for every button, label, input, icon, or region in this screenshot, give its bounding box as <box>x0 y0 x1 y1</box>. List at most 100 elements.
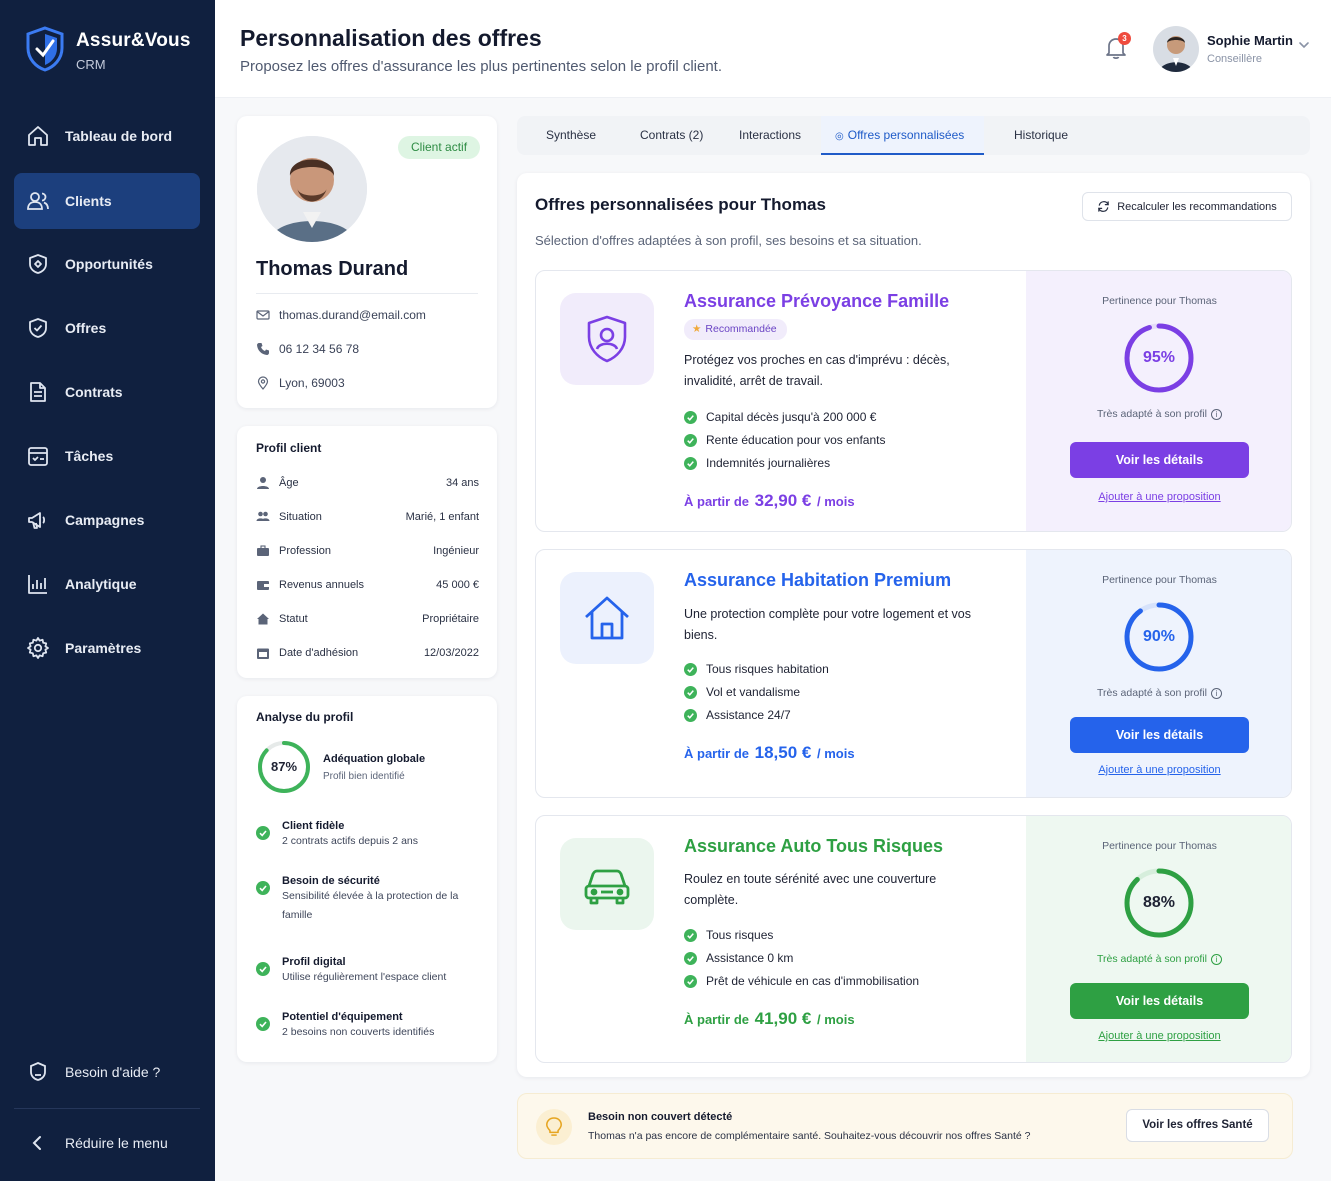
person-icon <box>257 477 269 489</box>
bar-chart-icon <box>28 575 47 594</box>
refresh-icon <box>1098 201 1109 212</box>
status-badge: Client actif <box>398 136 481 159</box>
user-avatar[interactable] <box>1153 26 1199 72</box>
check-circle-icon <box>684 662 697 676</box>
page-title: Personnalisation des offres <box>240 25 542 51</box>
offers-subtitle: Sélection d'offres adaptées à son profil… <box>535 233 922 248</box>
check-circle-icon <box>684 928 697 942</box>
offer-feature: Vol et vandalisme <box>684 685 800 699</box>
sante-offers-button[interactable]: Voir les offres Santé <box>1126 1109 1269 1142</box>
adapt-label: Très adapté à son profil i <box>1026 953 1291 965</box>
info-icon[interactable]: i <box>1210 954 1222 965</box>
tab-offres-personnalisees[interactable]: Offres personnalisées <box>821 116 984 155</box>
tab-historique[interactable]: Historique <box>1014 116 1068 155</box>
headset-icon <box>30 1062 46 1081</box>
check-circle-icon <box>684 974 697 988</box>
sidebar-item-clients[interactable]: Clients <box>14 173 200 229</box>
tab-synthese[interactable]: Synthèse <box>546 116 596 155</box>
details-button[interactable]: Voir les détails <box>1070 983 1249 1019</box>
check-circle-icon <box>684 685 697 699</box>
check-circle-icon <box>684 951 697 965</box>
help-link[interactable]: Besoin d'aide ? <box>14 1044 200 1100</box>
client-phone[interactable]: 06 12 34 56 78 <box>256 342 359 356</box>
details-button[interactable]: Voir les détails <box>1070 442 1249 478</box>
check-circle-icon <box>684 433 697 447</box>
insight-item: Besoin de sécurité Sensibilité élevée à l… <box>256 875 481 925</box>
brand-name: Assur&Vous <box>76 30 191 51</box>
offer-feature: Indemnités journalières <box>684 456 830 470</box>
home-icon <box>257 613 269 625</box>
sidebar-item-label: Offres <box>65 320 107 336</box>
offer-feature: Prêt de véhicule en cas d'immobilisation <box>684 974 919 988</box>
check-circle-icon <box>256 826 270 840</box>
brand-sub: CRM <box>76 57 106 72</box>
sidebar-item-label: Campagnes <box>65 512 145 528</box>
megaphone-icon <box>28 512 46 529</box>
user-name[interactable]: Sophie Martin <box>1207 33 1293 48</box>
chevron-down-icon[interactable] <box>1298 40 1310 50</box>
sidebar-item-dashboard[interactable]: Tableau de bord <box>14 108 200 164</box>
analysis-card-title: Analyse du profil <box>256 710 354 724</box>
sidebar-item-label: Paramètres <box>65 640 142 656</box>
add-to-proposal-link[interactable]: Ajouter à une proposition <box>1026 1030 1291 1042</box>
profile-row-age: Âge 34 ans <box>256 476 479 490</box>
sidebar-item-label: Analytique <box>65 576 137 592</box>
pertinence-label: Pertinence pour Thomas <box>1102 574 1217 586</box>
info-icon[interactable]: i <box>1210 688 1222 699</box>
offer-icon-box <box>560 293 654 385</box>
offer-feature: Tous risques <box>684 928 773 942</box>
info-icon[interactable]: i <box>1210 409 1222 420</box>
family-icon <box>256 511 270 521</box>
offer-card-prevoyance: Assurance Prévoyance Famille ★ Recommandé… <box>535 270 1292 532</box>
profile-row-revenus: Revenus annuels 45 000 € <box>256 578 479 592</box>
check-circle-icon <box>684 410 697 424</box>
tab-contrats[interactable]: Contrats (2) <box>640 116 703 155</box>
recalculate-button[interactable]: Recalculer les recommandations <box>1082 192 1292 221</box>
sidebar-item-contrats[interactable]: Contrats <box>14 364 200 420</box>
sidebar-item-offres[interactable]: Offres <box>14 300 200 356</box>
chevron-left-icon <box>32 1136 41 1150</box>
sidebar-item-parametres[interactable]: Paramètres <box>14 620 200 676</box>
sidebar: Assur&Vous CRM Tableau de bord Clients O… <box>0 0 215 1181</box>
add-to-proposal-link[interactable]: Ajouter à une proposition <box>1026 491 1291 503</box>
sidebar-item-campagnes[interactable]: Campagnes <box>14 492 200 548</box>
pertinence-label: Pertinence pour Thomas <box>1102 295 1217 307</box>
offer-description: Roulez en toute sérénité avec une couver… <box>684 872 937 907</box>
offer-title[interactable]: Assurance Prévoyance Famille <box>684 291 949 312</box>
offer-score-panel: Pertinence pour Thomas 90% Très adapté à… <box>1026 550 1291 797</box>
pertinence-score: 88% <box>1142 894 1176 911</box>
check-circle-icon <box>684 456 697 470</box>
sidebar-divider <box>14 1108 200 1109</box>
star-icon: ★ <box>692 323 702 335</box>
tab-bar: Synthèse Contrats (2) Interactions Offre… <box>517 116 1310 155</box>
collapse-menu-button[interactable]: Réduire le menu <box>14 1115 200 1171</box>
offer-title[interactable]: Assurance Habitation Premium <box>684 570 951 591</box>
offer-title[interactable]: Assurance Auto Tous Risques <box>684 836 943 857</box>
offer-price: À partir de 32,90 € / mois <box>684 491 855 510</box>
help-label: Besoin d'aide ? <box>65 1064 161 1080</box>
sidebar-item-analytique[interactable]: Analytique <box>14 556 200 612</box>
check-circle-icon <box>684 708 697 722</box>
offers-panel: Offres personnalisées pour Thomas Sélect… <box>517 173 1310 1077</box>
brand[interactable]: Assur&Vous CRM <box>24 26 191 72</box>
sidebar-item-opportunites[interactable]: Opportunités <box>14 236 200 292</box>
check-circle-icon <box>256 962 270 976</box>
details-button[interactable]: Voir les détails <box>1070 717 1249 753</box>
offer-card-habitation: Assurance Habitation Premium Une protect… <box>535 549 1292 798</box>
sidebar-item-label: Contrats <box>65 384 123 400</box>
add-to-proposal-link[interactable]: Ajouter à une proposition <box>1026 764 1291 776</box>
client-card: Client actif Thomas Durand thomas.durand… <box>237 116 497 408</box>
alert-title: Besoin non couvert détecté <box>588 1111 733 1123</box>
offer-score-panel: Pertinence pour Thomas 88% Très adapté à… <box>1026 816 1291 1062</box>
score-title: Adéquation globale <box>323 753 426 765</box>
insight-item: Profil digital Utilise régulièrement l'es… <box>256 956 481 987</box>
client-name: Thomas Durand <box>256 258 409 280</box>
offer-score-panel: Pertinence pour Thomas 95% Très adapté à… <box>1026 271 1291 531</box>
client-email[interactable]: thomas.durand@email.com <box>256 308 426 322</box>
notification-badge: 3 <box>1118 32 1131 45</box>
sidebar-item-taches[interactable]: Tâches <box>14 428 200 484</box>
offer-feature: Assistance 0 km <box>684 951 793 965</box>
client-location: Lyon, 69003 <box>256 376 345 390</box>
lightbulb-icon <box>546 1117 562 1136</box>
tab-interactions[interactable]: Interactions <box>739 116 801 155</box>
